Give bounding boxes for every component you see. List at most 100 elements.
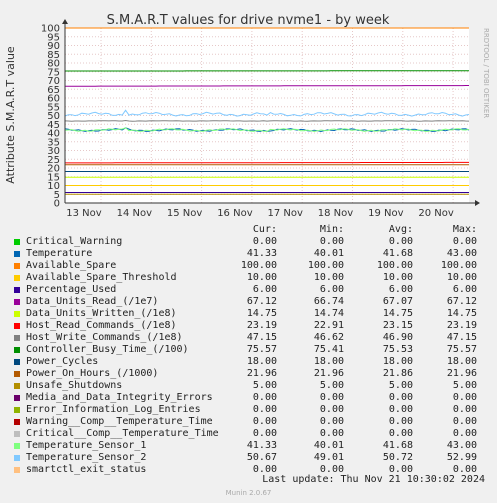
legend-name: Temperature bbox=[26, 248, 93, 259]
legend-min-value: 0.00 bbox=[319, 392, 344, 403]
legend-row: Warning__Comp__Temperature_Time 0.00 0.00 0… bbox=[12, 416, 482, 428]
legend-row: Power_Cycles 18.00 18.00 18.00 18.00 bbox=[12, 356, 482, 368]
legend-swatch bbox=[14, 323, 20, 329]
x-tick-label: 20 Nov bbox=[418, 208, 454, 219]
header-avg: Avg: bbox=[388, 224, 413, 235]
legend-name: smartctl_exit_status bbox=[26, 464, 147, 475]
legend-name: Host_Read_Commands_(/1e8) bbox=[26, 320, 177, 331]
legend-row: Available_Spare 100.00 100.00 100.00 100.00 bbox=[12, 260, 482, 272]
legend-avg-value: 6.00 bbox=[388, 284, 413, 295]
legend-avg-value: 23.15 bbox=[382, 320, 413, 331]
x-tick-label: 19 Nov bbox=[368, 208, 404, 219]
y-axis-arrow bbox=[62, 19, 68, 24]
legend-row: Critical_Warning 0.00 0.00 0.00 0.00 bbox=[12, 236, 482, 248]
legend-swatch bbox=[14, 419, 20, 425]
legend-swatch bbox=[14, 467, 20, 473]
legend-max-value: 5.00 bbox=[452, 380, 477, 391]
legend-cur-value: 0.00 bbox=[252, 236, 277, 247]
x-tick-label: 13 Nov bbox=[66, 208, 102, 219]
legend-avg-value: 0.00 bbox=[388, 236, 413, 247]
legend: Cur: Min: Avg: Max: Critical_Warning 0.00… bbox=[12, 224, 482, 476]
header-max: Max: bbox=[452, 224, 477, 235]
legend-cur-value: 23.19 bbox=[246, 320, 277, 331]
legend-avg-value: 10.00 bbox=[382, 272, 413, 283]
legend-cur-value: 14.75 bbox=[246, 308, 277, 319]
legend-cur-value: 75.57 bbox=[246, 344, 277, 355]
legend-avg-value: 75.53 bbox=[382, 344, 413, 355]
legend-min-value: 75.41 bbox=[313, 344, 344, 355]
legend-max-value: 0.00 bbox=[452, 404, 477, 415]
legend-max-value: 21.96 bbox=[446, 368, 477, 379]
legend-cur-value: 47.15 bbox=[246, 332, 277, 343]
last-update: Last update: Thu Nov 21 10:30:02 2024 bbox=[262, 474, 485, 485]
chart-title: S.M.A.R.T values for drive nvme1 - by we… bbox=[107, 13, 390, 28]
legend-name: Power_Cycles bbox=[26, 356, 99, 367]
legend-name: Unsafe_Shutdowns bbox=[26, 380, 123, 391]
legend-cur-value: 18.00 bbox=[246, 356, 277, 367]
legend-row: Temperature_Sensor_2 50.67 49.01 50.72 52.99 bbox=[12, 452, 482, 464]
x-tick-label: 14 Nov bbox=[117, 208, 153, 219]
legend-swatch bbox=[14, 383, 20, 389]
legend-min-value: 21.96 bbox=[313, 368, 344, 379]
series-line-host-read-commands-1e8- bbox=[65, 161, 469, 164]
legend-swatch bbox=[14, 287, 20, 293]
legend-max-value: 100.00 bbox=[440, 260, 477, 271]
legend-swatch bbox=[14, 455, 20, 461]
legend-cur-value: 0.00 bbox=[252, 416, 277, 427]
legend-row: Host_Read_Commands_(/1e8) 23.19 22.91 23.15… bbox=[12, 320, 482, 332]
legend-avg-value: 21.86 bbox=[382, 368, 413, 379]
x-axis-arrow bbox=[475, 200, 480, 206]
legend-swatch bbox=[14, 239, 20, 245]
legend-name: Warning__Comp__Temperature_Time bbox=[26, 416, 213, 427]
legend-row: Host_Write_Commands_(/1e8) 47.15 46.62 46.9… bbox=[12, 332, 482, 344]
legend-min-value: 5.00 bbox=[319, 380, 344, 391]
legend-avg-value: 0.00 bbox=[388, 416, 413, 427]
legend-avg-value: 41.68 bbox=[382, 440, 413, 451]
legend-row: Critical__Comp__Temperature_Time 0.00 0.00… bbox=[12, 428, 482, 440]
legend-swatch bbox=[14, 347, 20, 353]
legend-cur-value: 41.33 bbox=[246, 440, 277, 451]
series-line-data-units-read-1e7- bbox=[65, 85, 469, 87]
legend-cur-value: 0.00 bbox=[252, 428, 277, 439]
munin-version: Munin 2.0.67 bbox=[225, 489, 272, 497]
legend-row: Error_Information_Log_Entries 0.00 0.00 0.0… bbox=[12, 404, 482, 416]
legend-max-value: 0.00 bbox=[452, 428, 477, 439]
legend-name: Available_Spare bbox=[26, 260, 117, 271]
legend-max-value: 10.00 bbox=[446, 272, 477, 283]
legend-header: Cur: Min: Avg: Max: bbox=[12, 224, 482, 236]
legend-name: Critical__Comp__Temperature_Time bbox=[26, 428, 219, 439]
legend-swatch bbox=[14, 311, 20, 317]
legend-name: Media_and_Data_Integrity_Errors bbox=[26, 392, 213, 403]
legend-max-value: 75.57 bbox=[446, 344, 477, 355]
legend-min-value: 6.00 bbox=[319, 284, 344, 295]
legend-cur-value: 10.00 bbox=[246, 272, 277, 283]
legend-min-value: 40.01 bbox=[313, 440, 344, 451]
legend-name: Available_Spare_Threshold bbox=[26, 272, 177, 283]
legend-row: Unsafe_Shutdowns 5.00 5.00 5.00 5.00 bbox=[12, 380, 482, 392]
legend-min-value: 22.91 bbox=[313, 320, 344, 331]
legend-name: Error_Information_Log_Entries bbox=[26, 404, 201, 415]
legend-swatch bbox=[14, 335, 20, 341]
legend-max-value: 0.00 bbox=[452, 416, 477, 427]
legend-max-value: 52.99 bbox=[446, 452, 477, 463]
legend-max-value: 43.00 bbox=[446, 248, 477, 259]
legend-row: Percentage_Used 6.00 6.00 6.00 6.00 bbox=[12, 284, 482, 296]
legend-avg-value: 100.00 bbox=[376, 260, 413, 271]
legend-max-value: 18.00 bbox=[446, 356, 477, 367]
legend-min-value: 100.00 bbox=[307, 260, 344, 271]
legend-name: Data_Units_Read_(/1e7) bbox=[26, 296, 159, 307]
legend-row: Available_Spare_Threshold 10.00 10.00 10.00… bbox=[12, 272, 482, 284]
legend-name: Data_Units_Written_(/1e8) bbox=[26, 308, 177, 319]
legend-row: Temperature_Sensor_1 41.33 40.01 41.68 43.00 bbox=[12, 440, 482, 452]
legend-min-value: 46.62 bbox=[313, 332, 344, 343]
legend-min-value: 40.01 bbox=[313, 248, 344, 259]
legend-swatch bbox=[14, 395, 20, 401]
legend-avg-value: 41.68 bbox=[382, 248, 413, 259]
legend-avg-value: 0.00 bbox=[388, 392, 413, 403]
header-cur: Cur: bbox=[252, 224, 277, 235]
y-tick-label: 100 bbox=[41, 24, 60, 35]
legend-avg-value: 14.75 bbox=[382, 308, 413, 319]
legend-name: Controller_Busy_Time_(/100) bbox=[26, 344, 189, 355]
legend-avg-value: 0.00 bbox=[388, 404, 413, 415]
legend-min-value: 18.00 bbox=[313, 356, 344, 367]
